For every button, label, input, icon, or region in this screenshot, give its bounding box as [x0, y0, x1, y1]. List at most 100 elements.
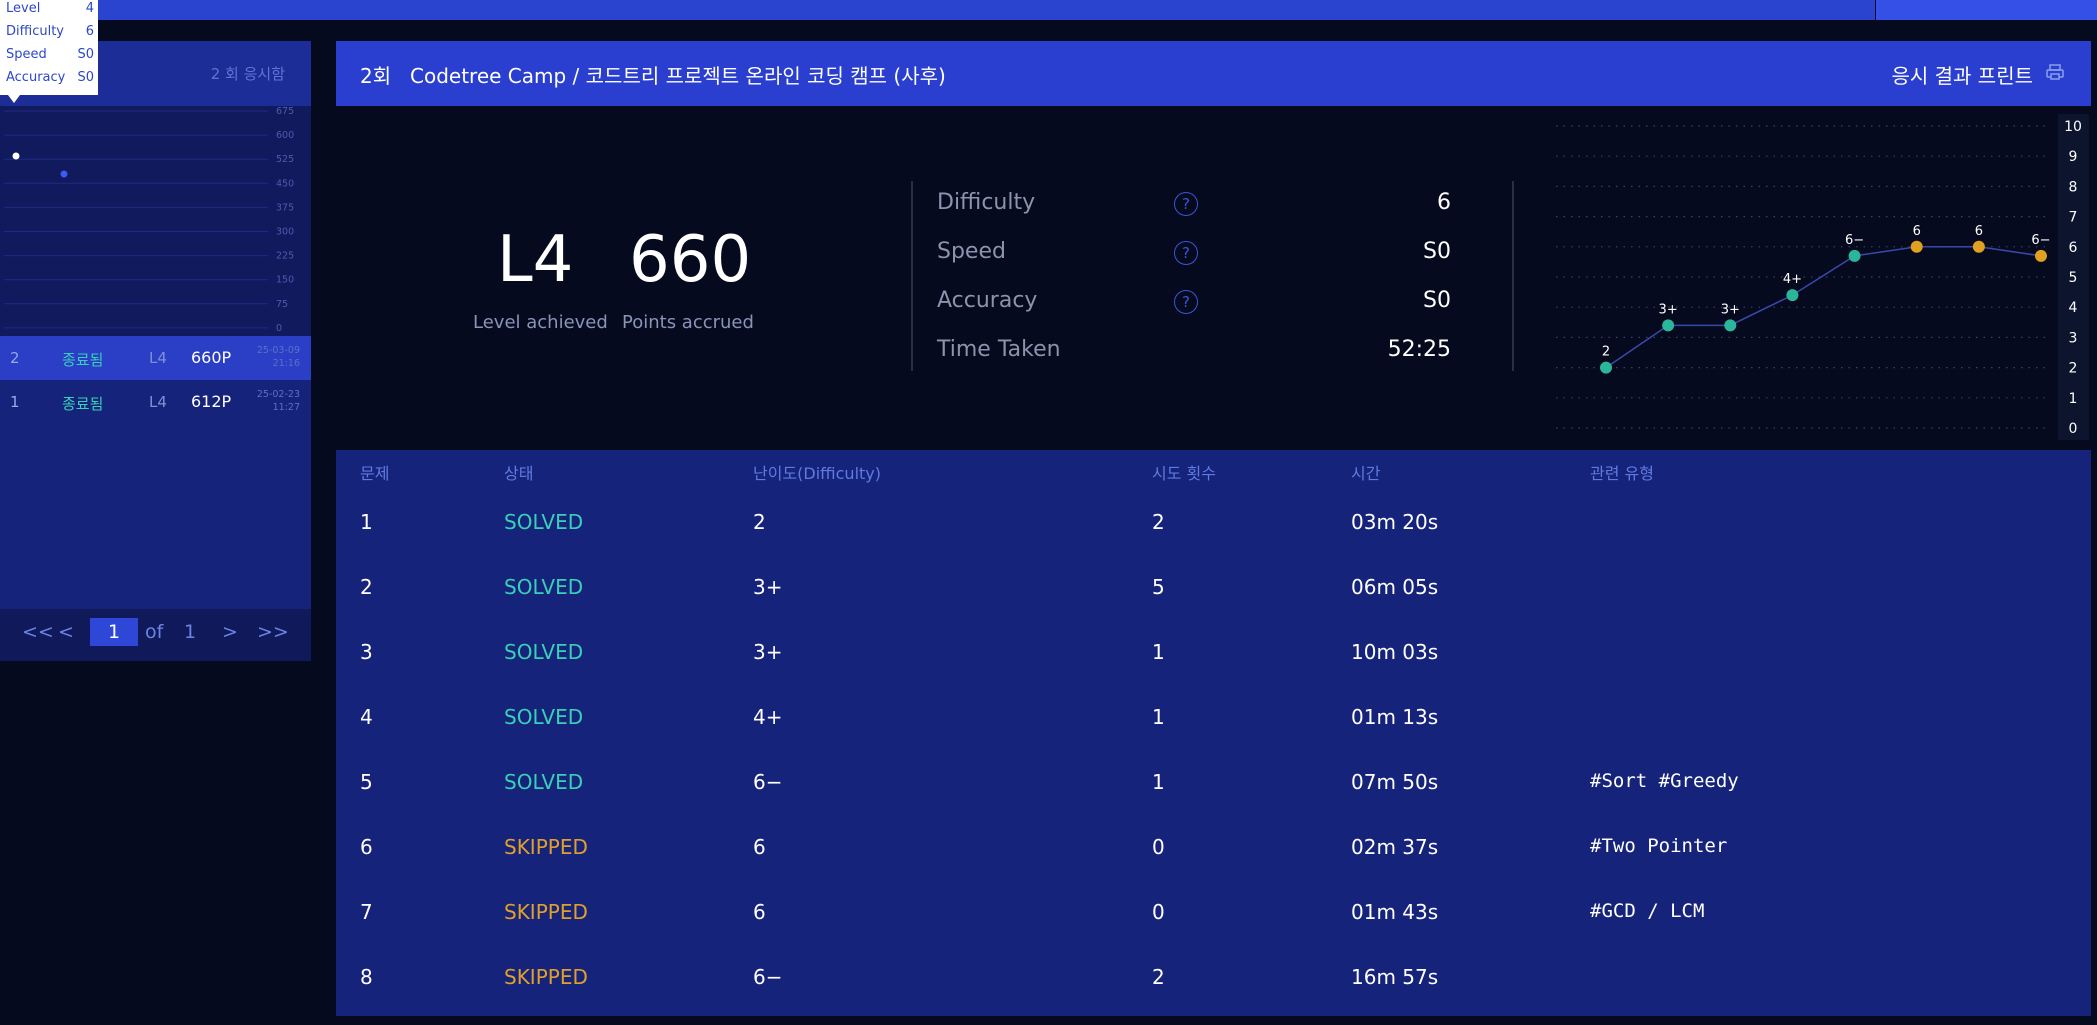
problem-time: 16m 57s — [1351, 965, 1439, 989]
table-row[interactable]: 3 SOLVED 3+ 1 10m 03s — [336, 620, 2091, 685]
problem-number: 6 — [360, 835, 373, 859]
attempt-datetime: 25-03-09 21:16 — [257, 344, 300, 370]
problem-difficulty: 6 — [753, 900, 766, 924]
data-point[interactable] — [1786, 289, 1799, 302]
speed-label: Speed — [937, 239, 1006, 264]
table-row[interactable]: 2 SOLVED 3+ 5 06m 05s — [336, 555, 2091, 620]
problem-difficulty: 6− — [753, 965, 783, 989]
table-row[interactable]: 4 SOLVED 4+ 1 01m 13s — [336, 685, 2091, 750]
problem-number: 7 — [360, 900, 373, 924]
data-label: 3+ — [1721, 302, 1740, 317]
data-point[interactable] — [1848, 249, 1861, 262]
problem-number: 2 — [360, 575, 373, 599]
data-point[interactable] — [2035, 249, 2047, 262]
problem-attempts: 1 — [1152, 770, 1165, 794]
time-taken-label: Time Taken — [937, 337, 1061, 362]
column-header: 문제 — [360, 464, 390, 483]
data-point[interactable] — [1662, 319, 1675, 332]
problem-status: SKIPPED — [504, 835, 588, 859]
problem-time: 03m 20s — [1351, 510, 1439, 534]
attempt-time: 11:27 — [272, 402, 300, 413]
table-row[interactable]: 8 SKIPPED 6− 2 16m 57s — [336, 945, 2091, 1010]
attempt-sidebar: 2 회 응시함 675 600 525 450 375 300 225 150 75 0 2 종료… — [0, 41, 311, 661]
data-point[interactable] — [1724, 319, 1737, 332]
attempt-status: 종료됨 — [62, 351, 104, 369]
problem-number: 4 — [360, 705, 373, 729]
mini-chart-point[interactable] — [60, 170, 68, 178]
difficulty-help-icon[interactable]: ? — [1174, 192, 1198, 216]
attempt-points: 612P — [191, 392, 232, 411]
tooltip-value: 4 — [85, 1, 94, 16]
attempt-number: 1 — [10, 393, 20, 411]
y-tick-label: 9 — [2069, 149, 2078, 165]
table-row[interactable]: 1 SOLVED 2 2 03m 20s — [336, 490, 2091, 555]
mini-chart-tick-label: 75 — [276, 299, 288, 310]
column-header: 시도 횟수 — [1152, 464, 1216, 483]
problem-time: 01m 43s — [1351, 900, 1439, 924]
data-label: 4+ — [1783, 272, 1802, 287]
time-taken-value: 52:25 — [1387, 337, 1451, 362]
data-point[interactable] — [1600, 361, 1612, 374]
y-tick-label: 2 — [2069, 361, 2078, 377]
page-input[interactable]: 1 — [90, 618, 138, 646]
print-results-button[interactable]: 응시 결과 프린트 — [1891, 60, 2033, 89]
prev-page-button[interactable]: < — [58, 621, 74, 643]
y-tick-label: 3 — [2069, 330, 2078, 346]
problem-difficulty: 3+ — [753, 575, 783, 599]
table-row[interactable]: 5 SOLVED 6− 1 07m 50s #Sort #Greedy — [336, 750, 2091, 815]
data-point[interactable] — [1972, 240, 1985, 253]
data-label: 2 — [1602, 345, 1610, 360]
problem-attempts: 1 — [1152, 640, 1165, 664]
mini-chart-tick-label: 0 — [276, 323, 282, 334]
attempt-points: 660P — [191, 348, 232, 367]
points-value: 660 — [629, 223, 752, 297]
page-title: Codetree Camp / 코드트리 프로젝트 온라인 코딩 캠프 (사후) — [410, 64, 946, 88]
table-row[interactable]: 6 SKIPPED 6 0 02m 37s #Two Pointer — [336, 815, 2091, 880]
mini-chart-tick-label: 375 — [276, 202, 294, 213]
tooltip-label: Accuracy — [6, 70, 66, 85]
problem-difficulty: 3+ — [753, 640, 783, 664]
chart-tooltip: Level 4 Difficulty 6 Speed S0 Accuracy S0 — [0, 0, 98, 103]
data-label: 6 — [1975, 224, 1983, 239]
problem-number: 1 — [360, 510, 373, 534]
problem-number: 3 — [360, 640, 373, 664]
tooltip-label: Level — [6, 1, 41, 16]
difficulty-progress-chart: 10987654321023+ 3+4+6−6 66− — [1556, 114, 2089, 440]
page-of-label: of — [145, 621, 164, 643]
attempt-time: 21:16 — [272, 358, 300, 369]
y-tick-label: 7 — [2069, 210, 2078, 226]
table-row[interactable]: 7 SKIPPED 6 0 01m 43s #GCD / LCM — [336, 880, 2091, 945]
problem-time: 10m 03s — [1351, 640, 1439, 664]
problem-table: 문제 상태 난이도(Difficulty) 시도 횟수 시간 관련 유형 1 SO… — [336, 450, 2091, 1016]
problem-attempts: 0 — [1152, 900, 1165, 924]
problem-attempts: 2 — [1152, 510, 1165, 534]
mini-chart-tick-label: 225 — [276, 251, 294, 262]
round-label: 2회 — [360, 64, 392, 88]
problem-time: 06m 05s — [1351, 575, 1439, 599]
attempt-row[interactable]: 2 종료됨 L4 660P 25-03-09 21:16 — [0, 336, 311, 380]
level-label: Level achieved — [473, 312, 608, 333]
column-header: 관련 유형 — [1590, 464, 1654, 483]
attempt-status: 종료됨 — [62, 395, 104, 413]
last-page-button[interactable]: >> — [257, 621, 289, 643]
mini-chart-point[interactable] — [12, 152, 20, 160]
accuracy-help-icon[interactable]: ? — [1174, 290, 1198, 314]
next-page-button[interactable]: > — [222, 621, 238, 643]
attempt-date: 25-02-23 — [256, 389, 300, 400]
y-tick-label: 1 — [2069, 391, 2078, 407]
first-page-button[interactable]: << — [22, 621, 54, 643]
attempt-row[interactable]: 1 종료됨 L4 612P 25-02-23 11:27 — [0, 380, 311, 424]
speed-help-icon[interactable]: ? — [1174, 241, 1198, 265]
page-total: 1 — [184, 621, 197, 643]
data-point[interactable] — [1910, 240, 1923, 253]
problem-status: SOLVED — [504, 575, 584, 599]
y-tick-label: 6 — [2069, 240, 2078, 256]
problem-tags: #Two Pointer — [1590, 835, 1728, 857]
problem-status: SKIPPED — [504, 965, 588, 989]
mini-chart-tick-label: 300 — [276, 227, 294, 238]
problem-attempts: 2 — [1152, 965, 1165, 989]
y-tick-label: 10 — [2064, 119, 2082, 135]
points-label: Points accrued — [622, 312, 754, 333]
y-tick-label: 8 — [2069, 179, 2078, 195]
printer-icon[interactable] — [2045, 62, 2065, 82]
